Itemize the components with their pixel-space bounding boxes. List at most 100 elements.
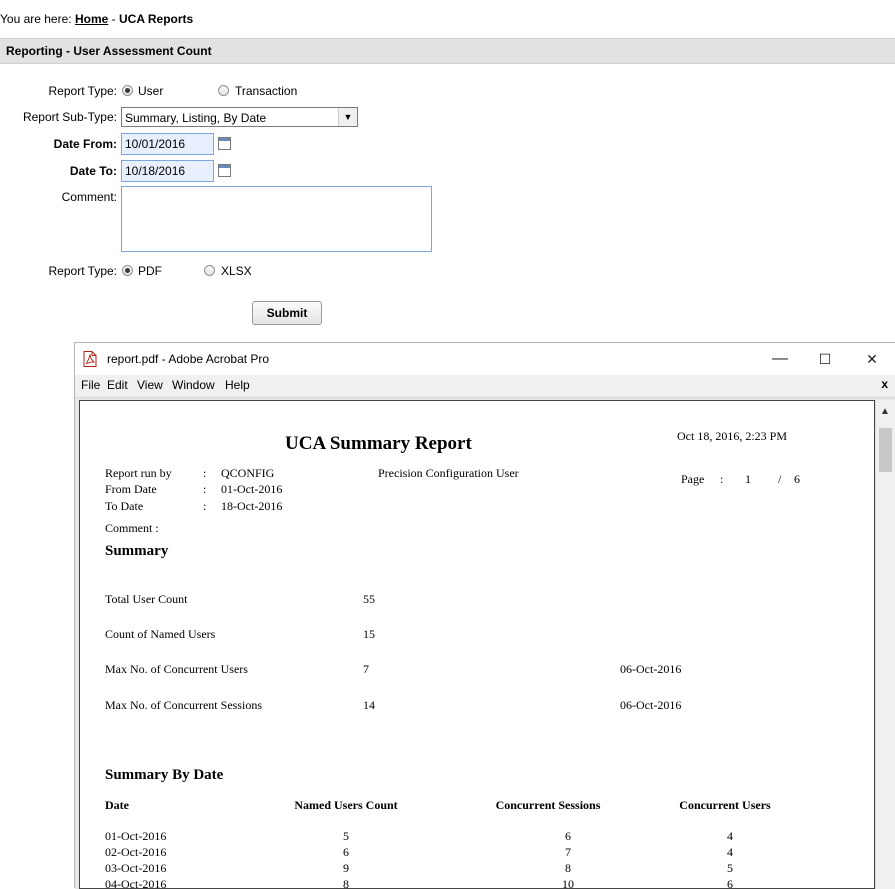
page-slash: / [778,472,782,486]
summary-value: 55 [363,592,375,606]
minimize-icon[interactable]: — [760,347,800,371]
scrollbar-thumb[interactable] [879,428,892,472]
scroll-up-icon[interactable]: ▲ [880,406,890,417]
format-pdf-label: PDF [138,264,162,278]
column-header-concurrent-sessions: Concurrent Sessions [495,798,601,812]
acrobat-menubar: File Edit View Window Help x [75,375,895,398]
date-from-label: Date From: [53,137,117,151]
meta-label: To Date [105,499,144,513]
meta-sep: : [203,466,207,480]
breadcrumb: You are here: Home - UCA Reports [0,12,193,26]
table-cell-sessions: 6 [565,829,571,843]
table-cell-sessions: 10 [562,877,574,889]
acrobat-window-title: report.pdf - Adobe Acrobat Pro [107,352,270,366]
breadcrumb-prefix: You are here: [0,12,72,26]
acrobat-window: report.pdf - Adobe Acrobat Pro — ☐ ✕ Fil… [74,342,895,889]
column-header-named-users: Named Users Count [294,798,398,812]
date-from-input[interactable]: 10/01/2016 [121,133,214,155]
menu-help[interactable]: Help [225,378,250,392]
breadcrumb-home-link[interactable]: Home [75,12,108,26]
document-close-icon[interactable]: x [881,377,888,391]
report-type-transaction-radio[interactable] [218,85,229,96]
summary-value: 14 [363,698,375,712]
section-title: Reporting - User Assessment Count [6,44,212,58]
meta-label: From Date [105,482,157,496]
report-datetime: Oct 18, 2016, 2:23 PM [677,429,788,443]
table-cell-date: 03-Oct-2016 [105,861,167,875]
close-icon[interactable]: ✕ [852,347,892,371]
table-cell-date: 02-Oct-2016 [105,845,167,859]
table-cell-named: 5 [343,829,349,843]
pdf-file-icon [83,351,97,367]
table-cell-named: 8 [343,877,349,889]
format-xlsx-radio[interactable] [204,265,215,276]
page-label: Page [681,472,705,486]
summary-value: 7 [363,662,369,676]
report-type-user-label: User [138,84,164,98]
summary-label: Max No. of Concurrent Sessions [105,698,262,712]
report-subtype-value: Summary, Listing, By Date [125,111,267,125]
format-pdf-radio[interactable] [122,265,133,276]
report-user-name: Precision Configuration User [378,466,519,480]
report-subtype-label: Report Sub-Type: [22,110,117,124]
comment-label: Comment: [61,190,117,204]
table-cell-users: 4 [727,845,733,859]
summary-date: 06-Oct-2016 [620,698,682,712]
breadcrumb-separator: - [111,12,116,26]
report-type-user-radio[interactable] [122,85,133,96]
format-label: Report Type: [48,264,117,278]
column-header-concurrent-users: Concurrent Users [679,798,771,812]
date-to-value: 10/18/2016 [125,164,186,178]
table-cell-sessions: 8 [565,861,571,875]
menu-view[interactable]: View [137,378,163,392]
table-cell-users: 6 [727,877,733,889]
meta-value: 18-Oct-2016 [221,499,283,513]
report-type-label: Report Type: [48,84,117,98]
page-current: 1 [745,472,751,486]
meta-label: Report run by [105,466,172,480]
summary-by-date-heading: Summary By Date [105,767,224,783]
table-cell-date: 04-Oct-2016 [105,877,167,889]
breadcrumb-current: UCA Reports [119,12,194,26]
table-cell-named: 6 [343,845,349,859]
menu-window[interactable]: Window [172,378,215,392]
table-cell-users: 4 [727,829,733,843]
column-header-date: Date [105,798,129,812]
report-type-transaction-label: Transaction [235,84,298,98]
page-total: 6 [794,472,800,486]
date-to-input[interactable]: 10/18/2016 [121,160,214,182]
summary-heading: Summary [105,543,169,559]
summary-label: Count of Named Users [105,627,216,641]
date-to-label: Date To: [69,164,117,178]
vertical-scrollbar[interactable]: ▲ [875,400,895,889]
meta-value: 01-Oct-2016 [221,482,283,496]
pdf-page: UCA Summary Report Oct 18, 2016, 2:23 PM… [79,400,875,889]
document-viewer: UCA Summary Report Oct 18, 2016, 2:23 PM… [75,398,895,889]
report-title: UCA Summary Report [285,433,472,454]
calendar-icon[interactable] [218,164,231,177]
comment-textarea[interactable] [121,186,432,252]
table-cell-named: 9 [343,861,349,875]
summary-label: Max No. of Concurrent Users [105,662,248,676]
menu-edit[interactable]: Edit [107,378,128,392]
meta-sep: : [203,499,207,513]
maximize-icon[interactable]: ☐ [805,347,845,371]
submit-button[interactable]: Submit [252,301,322,325]
table-cell-users: 5 [727,861,733,875]
page-sep: : [720,472,724,486]
summary-value: 15 [363,627,375,641]
format-xlsx-label: XLSX [221,264,252,278]
summary-label: Total User Count [105,592,188,606]
table-cell-date: 01-Oct-2016 [105,829,167,843]
report-subtype-select[interactable]: Summary, Listing, By Date ▼ [121,107,358,127]
meta-label: Comment : [105,521,159,535]
meta-sep: : [203,482,207,496]
summary-date: 06-Oct-2016 [620,662,682,676]
table-cell-sessions: 7 [565,845,571,859]
section-header: Reporting - User Assessment Count [0,38,895,64]
acrobat-titlebar[interactable]: report.pdf - Adobe Acrobat Pro — ☐ ✕ [75,343,895,375]
menu-file[interactable]: File [81,378,100,392]
chevron-down-icon[interactable]: ▼ [338,108,357,126]
calendar-icon[interactable] [218,137,231,150]
meta-value: QCONFIG [221,466,275,480]
